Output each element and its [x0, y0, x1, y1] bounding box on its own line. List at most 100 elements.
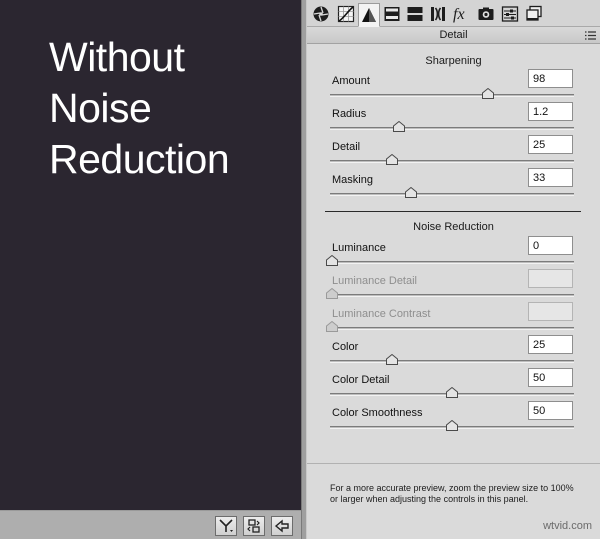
color-detail-label: Color Detail	[332, 374, 390, 386]
snapshots-icon	[526, 5, 542, 21]
slider-thumb-icon	[393, 121, 406, 132]
radius-value-field[interactable]: 1.2	[528, 102, 573, 121]
camera-calibration-icon	[478, 7, 494, 20]
color-slider-thumb[interactable]	[386, 354, 398, 365]
color-detail-control: Color Detail 50	[307, 368, 600, 401]
copy-settings-button[interactable]	[271, 516, 293, 536]
tab-lens-corrections[interactable]	[427, 3, 449, 25]
overlay-line-2: Noise	[49, 85, 152, 131]
section-divider	[325, 211, 581, 212]
slider-thumb-icon	[326, 321, 338, 332]
footer-divider	[307, 463, 600, 464]
tab-basic[interactable]	[310, 3, 332, 25]
luminance-contrast-slider-track	[330, 327, 574, 330]
luminance-contrast-value-field	[528, 302, 573, 321]
noise-reduction-section-title: Noise Reduction	[413, 221, 494, 233]
detail-slider-track[interactable]	[330, 160, 574, 163]
detail-slider-thumb[interactable]	[386, 154, 398, 165]
swap-settings-icon	[247, 519, 260, 533]
radius-slider-track[interactable]	[330, 127, 574, 130]
amount-slider-track[interactable]	[330, 94, 574, 97]
tab-detail[interactable]	[358, 3, 380, 27]
hsl-grayscale-icon	[384, 7, 400, 21]
svg-text:fx: fx	[453, 6, 465, 23]
preview-toolbar	[0, 510, 301, 539]
watermark: wtvid.com	[543, 520, 592, 532]
luminance-value-field[interactable]: 0	[528, 236, 573, 255]
panel-menu-icon[interactable]	[585, 31, 596, 40]
radius-control: Radius 1.2	[307, 102, 600, 135]
fx-effects-icon: fx	[453, 6, 465, 23]
amount-slider-thumb[interactable]	[482, 88, 494, 99]
panel-title: Detail	[439, 29, 468, 41]
slider-thumb-icon	[446, 387, 458, 398]
slider-thumb-icon	[326, 255, 338, 266]
preview-overlay-text: Without Noise Reduction	[49, 32, 299, 185]
luminance-label: Luminance	[332, 242, 386, 254]
color-value-field[interactable]: 25	[528, 335, 573, 354]
image-preview[interactable]: Without Noise Reduction	[0, 0, 301, 539]
sharpening-section-title: Sharpening	[425, 55, 482, 67]
color-detail-slider-thumb[interactable]	[446, 387, 458, 398]
amount-control: Amount 98	[307, 69, 600, 102]
tab-effects[interactable]: fx	[451, 3, 473, 25]
color-label: Color	[332, 341, 359, 353]
luminance-slider-track[interactable]	[330, 261, 574, 264]
before-after-toggle-button[interactable]	[215, 516, 237, 536]
luminance-detail-slider-thumb	[326, 288, 338, 299]
detail-triangle-icon	[362, 8, 376, 22]
split-toning-icon	[407, 7, 423, 21]
presets-sliders-icon	[501, 6, 519, 22]
panel-header: Detail	[307, 27, 600, 44]
masking-label: Masking	[332, 174, 373, 186]
overlay-line-1: Without	[49, 34, 185, 80]
basic-aperture-icon	[313, 6, 329, 22]
color-slider-track[interactable]	[330, 360, 574, 363]
color-detail-value-field[interactable]: 50	[528, 368, 573, 387]
panel-tab-bar: fx	[307, 0, 600, 27]
color-smoothness-control: Color Smoothness 50	[307, 401, 600, 434]
detail-value-field[interactable]: 25	[528, 135, 573, 154]
color-smoothness-slider-thumb[interactable]	[446, 420, 458, 431]
lens-corrections-icon	[431, 7, 445, 21]
luminance-detail-slider-track	[330, 294, 574, 297]
radius-slider-thumb[interactable]	[393, 121, 406, 132]
detail-label: Detail	[332, 141, 361, 153]
slider-thumb-icon	[446, 420, 458, 431]
panel-footer-note: For a more accurate preview, zoom the pr…	[330, 483, 574, 504]
tab-camera-calibration[interactable]	[475, 3, 497, 25]
masking-value-field[interactable]: 33	[528, 168, 573, 187]
slider-thumb-icon	[386, 154, 398, 165]
detail-control: Detail 25	[307, 135, 600, 168]
luminance-control: Luminance 0	[307, 236, 600, 269]
color-smoothness-label: Color Smoothness	[332, 407, 423, 419]
slider-thumb-icon	[386, 354, 398, 365]
adjustments-panel: fx Detail Sharpening Amount 98 Radius 1.…	[307, 0, 600, 539]
luminance-contrast-slider-thumb	[326, 321, 338, 332]
luminance-detail-control: Luminance Detail	[307, 269, 600, 302]
tab-snapshots[interactable]	[523, 3, 545, 25]
overlay-line-3: Reduction	[49, 136, 230, 182]
tab-presets[interactable]	[499, 3, 521, 25]
swap-settings-button[interactable]	[243, 516, 265, 536]
amount-value-field[interactable]: 98	[528, 69, 573, 88]
luminance-contrast-control: Luminance Contrast	[307, 302, 600, 335]
slider-thumb-icon	[405, 187, 418, 198]
luminance-detail-value-field	[528, 269, 573, 288]
masking-control: Masking 33	[307, 168, 600, 201]
luminance-contrast-label: Luminance Contrast	[332, 308, 431, 320]
copy-settings-icon	[274, 519, 289, 533]
amount-label: Amount	[332, 75, 370, 87]
slider-thumb-icon	[326, 288, 338, 299]
masking-slider-thumb[interactable]	[405, 187, 418, 198]
tab-hsl-grayscale[interactable]	[381, 3, 403, 25]
color-control: Color 25	[307, 335, 600, 368]
color-smoothness-value-field[interactable]: 50	[528, 401, 573, 420]
luminance-slider-thumb[interactable]	[326, 255, 338, 266]
before-after-toggle-icon	[219, 519, 233, 532]
slider-thumb-icon	[482, 88, 494, 99]
tab-tone-curve[interactable]	[335, 3, 357, 25]
tab-split-toning[interactable]	[404, 3, 426, 25]
tone-curve-icon	[337, 5, 355, 23]
masking-slider-track[interactable]	[330, 193, 574, 196]
